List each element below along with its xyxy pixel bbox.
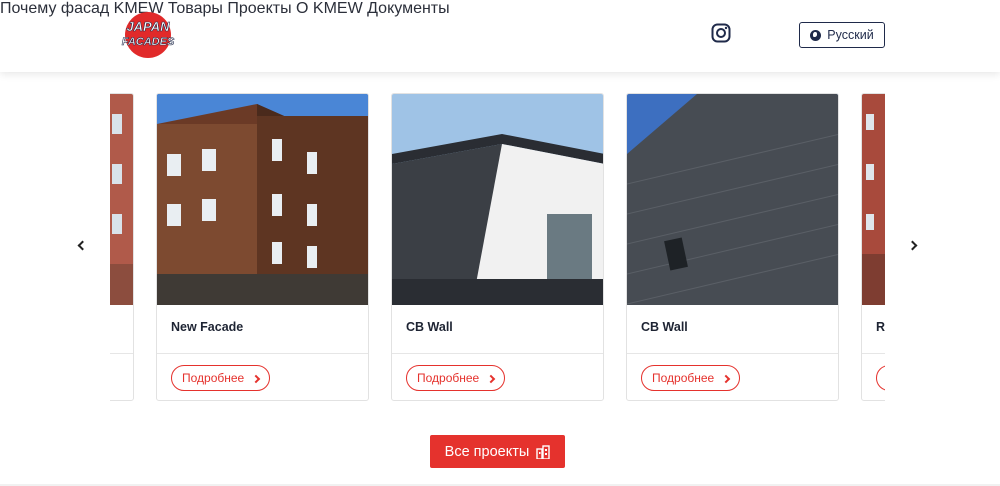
nav-documents[interactable]: Документы [367,0,449,17]
card-divider [110,353,133,354]
project-card[interactable]: R [861,93,885,401]
project-card[interactable] [110,93,134,401]
all-projects-button[interactable]: Все проекты [430,435,565,468]
language-selector[interactable]: Русский [799,22,885,48]
buildings-icon [536,444,551,459]
project-image [110,94,133,305]
more-button[interactable]: Подробнее [641,365,741,391]
card-divider [862,353,885,354]
project-title: R [876,320,885,334]
carousel-prev-button[interactable] [74,238,88,254]
nav-about[interactable]: О KMEW [296,0,363,17]
project-card[interactable]: New Facade Подробнее [156,93,369,401]
svg-text:JAPAN: JAPAN [126,19,170,34]
site-header: JAPAN FACADES Почему фасад KMEW Товары П… [0,0,1000,72]
more-button[interactable]: Подробнее [171,365,271,391]
chevron-right-icon [486,374,496,383]
chevron-left-icon [77,240,88,251]
project-image [627,94,838,305]
nav-projects[interactable]: Проекты [227,0,291,17]
chevron-right-icon [721,374,731,383]
more-button-label: Подробнее [417,371,480,385]
all-projects-label: Все проекты [444,443,530,460]
chevron-right-icon [907,240,918,251]
project-title: CB Wall [406,320,453,334]
projects-carousel: New Facade Подробнее CB Wall Подробнее C… [110,93,885,401]
more-button-label: Подробнее [182,371,245,385]
project-card[interactable]: CB Wall Подробнее [626,93,839,401]
card-divider [157,353,368,354]
svg-text:FACADES: FACADES [122,36,175,48]
language-label: Русский [827,28,874,42]
project-image [157,94,368,305]
card-divider [392,353,603,354]
more-button-label: Подробнее [652,371,715,385]
globe-icon [810,29,822,41]
card-divider [627,353,838,354]
chevron-right-icon [251,374,261,383]
more-button[interactable]: Подробнее [406,365,506,391]
carousel-next-button[interactable] [907,238,922,254]
project-title: CB Wall [641,320,688,334]
instagram-icon[interactable] [711,23,731,43]
project-title: New Facade [171,320,244,334]
project-card[interactable]: CB Wall Подробнее [391,93,604,401]
japan-facades-logo[interactable]: JAPAN FACADES [110,11,186,59]
project-image [862,94,885,305]
more-button[interactable] [876,365,885,391]
project-image [392,94,603,305]
